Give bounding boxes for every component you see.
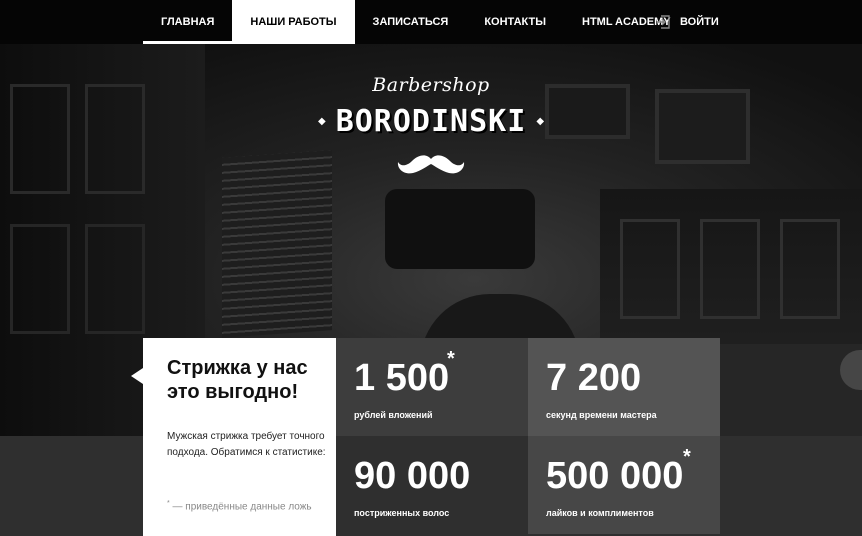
stat-asterisk: * <box>683 446 691 468</box>
promo-title: Стрижка у нас это выгодно! <box>167 356 327 404</box>
stat-value: 500 000 <box>546 455 684 497</box>
promo-title-line2: это выгодно! <box>167 381 299 403</box>
diamond-icon: ◆ <box>317 116 326 127</box>
login-icon <box>656 15 670 29</box>
login-link[interactable]: ВОЙТИ <box>656 0 719 44</box>
main-nav: ГЛАВНАЯ НАШИ РАБОТЫ ЗАПИСАТЬСЯ КОНТАКТЫ … <box>143 0 689 44</box>
nav-item-contacts[interactable]: КОНТАКТЫ <box>466 0 564 44</box>
stat-value: 1 500 <box>354 357 450 399</box>
stat-value: 7 200 <box>546 357 642 399</box>
footnote-text: — приведённые данные ложь <box>169 501 312 513</box>
stat-label: постриженных волос <box>354 508 450 518</box>
login-label: ВОЙТИ <box>680 16 719 28</box>
stat-asterisk: * <box>447 348 455 370</box>
mustache-icon <box>397 155 465 174</box>
top-navbar: ГЛАВНАЯ НАШИ РАБОТЫ ЗАПИСАТЬСЯ КОНТАКТЫ … <box>0 0 862 44</box>
stat-tile: 500 000 * лайков и комплиментов <box>528 436 720 534</box>
stat-tile: 1 500 * рублей вложений <box>336 338 528 436</box>
logo-script-text: Barbershop <box>372 74 490 96</box>
promo-card: Стрижка у нас это выгодно! Мужская стриж… <box>131 338 336 536</box>
promo-footnote: * — приведённые данные ложь <box>167 500 327 512</box>
stat-label: рублей вложений <box>354 410 433 420</box>
stat-tile: 90 000 постриженных волос <box>336 436 528 534</box>
logo-brand-text: BORODINSKI <box>335 104 527 139</box>
brand-logo[interactable]: Barbershop ◆ BORODINSKI ◆ <box>317 74 545 177</box>
stat-tile: 7 200 секунд времени мастера <box>528 338 720 436</box>
nav-item-home[interactable]: ГЛАВНАЯ <box>143 0 232 44</box>
promo-title-line1: Стрижка у нас <box>167 357 308 379</box>
stat-label: секунд времени мастера <box>546 410 657 420</box>
nav-item-works[interactable]: НАШИ РАБОТЫ <box>232 0 355 44</box>
logo-brand-row: ◆ BORODINSKI ◆ <box>317 104 545 139</box>
stat-label: лайков и комплиментов <box>546 508 654 518</box>
stat-value: 90 000 <box>354 455 471 497</box>
nav-item-booking[interactable]: ЗАПИСАТЬСЯ <box>355 0 467 44</box>
diamond-icon: ◆ <box>536 116 545 127</box>
promo-text: Мужская стрижка требует точного подхода.… <box>167 431 326 458</box>
